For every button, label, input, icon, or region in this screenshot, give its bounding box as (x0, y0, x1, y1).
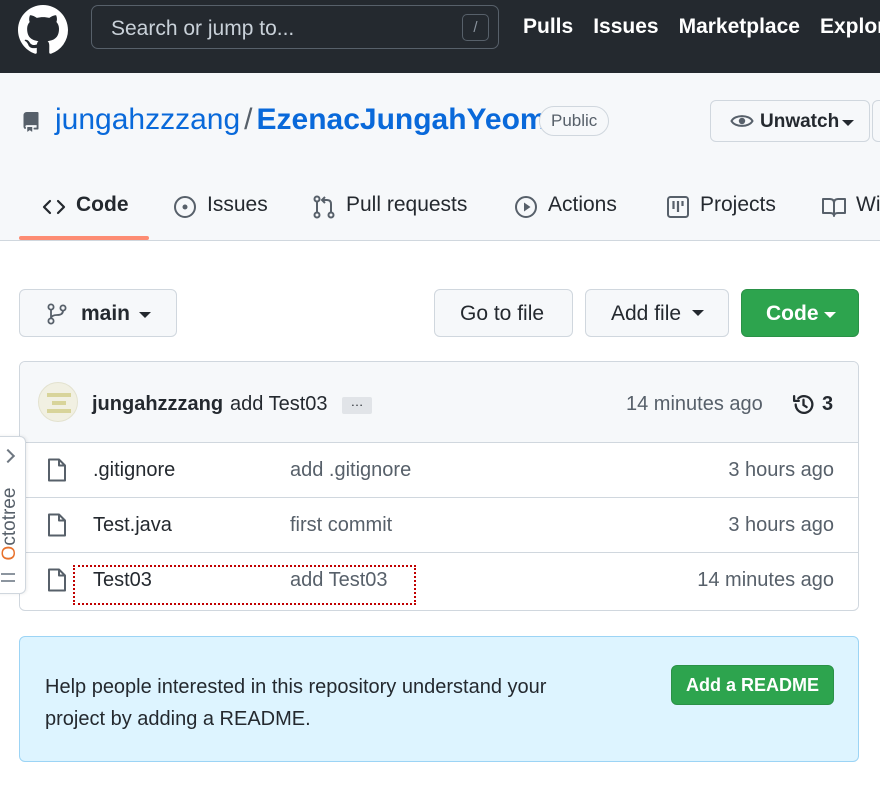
highlight-annotation (73, 565, 416, 605)
nav-pulls[interactable]: Pulls (523, 15, 573, 38)
tab-pull-requests-label: Pull requests (346, 193, 468, 216)
file-icon (48, 513, 66, 537)
file-icon (48, 568, 66, 592)
commit-message-link[interactable]: add Test03 (230, 393, 328, 416)
chevron-down-icon (692, 310, 704, 316)
visibility-badge: Public (539, 106, 610, 136)
octotree-label: Octotree (0, 472, 21, 576)
add-readme-button[interactable]: Add a README (671, 665, 834, 705)
repo-title: jungahzzzang / EzenacJungahYeom (55, 103, 547, 137)
add-file-label: Add file (611, 302, 682, 325)
history-icon[interactable] (791, 392, 816, 417)
issue-icon (174, 196, 196, 218)
repo-header: jungahzzzang / EzenacJungahYeom Public Unw… (0, 73, 880, 241)
file-commit-message[interactable]: add .gitignore (290, 459, 411, 482)
readme-prompt: Help people interested in this repositor… (19, 636, 859, 762)
file-row[interactable]: Test.java first commit 3 hours ago (20, 498, 858, 553)
add-file-button[interactable]: Add file (585, 289, 729, 337)
identicon-icon (47, 393, 71, 413)
nav-issues[interactable]: Issues (593, 15, 658, 38)
commit-count[interactable]: 3 (822, 393, 833, 416)
file-commit-time: 14 minutes ago (697, 569, 834, 591)
chevron-down-icon (824, 312, 836, 318)
search-placeholder: Search or jump to... (111, 17, 295, 40)
search-shortcut-key: / (462, 14, 489, 41)
octotree-label-rest: ctotree (0, 487, 20, 546)
commit-author-link[interactable]: jungahzzzang (92, 393, 223, 416)
selected-tab-indicator (19, 236, 149, 240)
tab-wiki-label: Wiki (856, 193, 880, 216)
octotree-label-first: O (0, 545, 20, 561)
repo-separator: / (244, 103, 253, 136)
chevron-down-icon (842, 120, 854, 126)
drag-handle-icon[interactable] (1, 573, 15, 582)
play-icon (515, 196, 537, 218)
chevron-down-icon (139, 312, 151, 318)
nav-explore[interactable]: Explore (820, 15, 880, 38)
branch-select-button[interactable]: main (19, 289, 177, 337)
repo-owner-link[interactable]: jungahzzzang (55, 103, 240, 136)
repo-tabs: Code Issues Pull requests Actions Projec… (0, 183, 880, 241)
fork-button-partial[interactable] (872, 100, 880, 142)
repo-icon (23, 112, 39, 132)
tab-code-label: Code (76, 193, 129, 216)
code-icon (42, 199, 66, 215)
go-to-file-label: Go to file (460, 302, 545, 325)
nav-marketplace[interactable]: Marketplace (679, 15, 800, 38)
tab-issues-label: Issues (207, 193, 268, 216)
branch-icon (47, 303, 67, 325)
code-button-label: Code (766, 302, 819, 325)
commit-time[interactable]: 14 minutes ago (626, 393, 763, 416)
readme-prompt-text: Help people interested in this repositor… (45, 676, 547, 730)
chevron-right-icon (0, 448, 16, 464)
file-name-link[interactable]: Test.java (93, 514, 172, 537)
top-header: Search or jump to... / Pulls Issues Market… (0, 0, 880, 73)
tab-actions-label: Actions (548, 193, 617, 216)
go-to-file-button[interactable]: Go to file (434, 289, 573, 337)
commit-expand-button[interactable]: … (342, 395, 372, 414)
code-button[interactable]: Code (741, 289, 859, 337)
file-icon (48, 458, 66, 482)
file-row[interactable]: .gitignore add .gitignore 3 hours ago (20, 443, 858, 498)
latest-commit-row: jungahzzzang add Test03 … 14 minutes ago… (20, 362, 858, 443)
github-logo-icon[interactable] (18, 5, 68, 55)
file-name-link[interactable]: .gitignore (93, 459, 175, 482)
unwatch-button[interactable]: Unwatch (710, 100, 870, 142)
unwatch-label: Unwatch (760, 111, 840, 132)
pull-request-icon (313, 195, 335, 219)
file-commit-message[interactable]: first commit (290, 514, 392, 537)
file-commit-time: 3 hours ago (728, 459, 834, 481)
avatar[interactable] (38, 382, 78, 422)
repo-name-link[interactable]: EzenacJungahYeom (257, 103, 547, 136)
tab-projects-label: Projects (700, 193, 776, 216)
file-commit-time: 3 hours ago (728, 514, 834, 536)
search-input[interactable]: Search or jump to... / (91, 5, 499, 49)
file-list: jungahzzzang add Test03 … 14 minutes ago… (19, 361, 859, 611)
branch-label: main (81, 302, 131, 325)
book-icon (822, 198, 846, 217)
octotree-toggle[interactable]: Octotree (0, 436, 26, 594)
top-nav: Pulls Issues Marketplace Explore (523, 15, 880, 39)
eye-icon (730, 115, 754, 127)
project-icon (667, 196, 689, 218)
